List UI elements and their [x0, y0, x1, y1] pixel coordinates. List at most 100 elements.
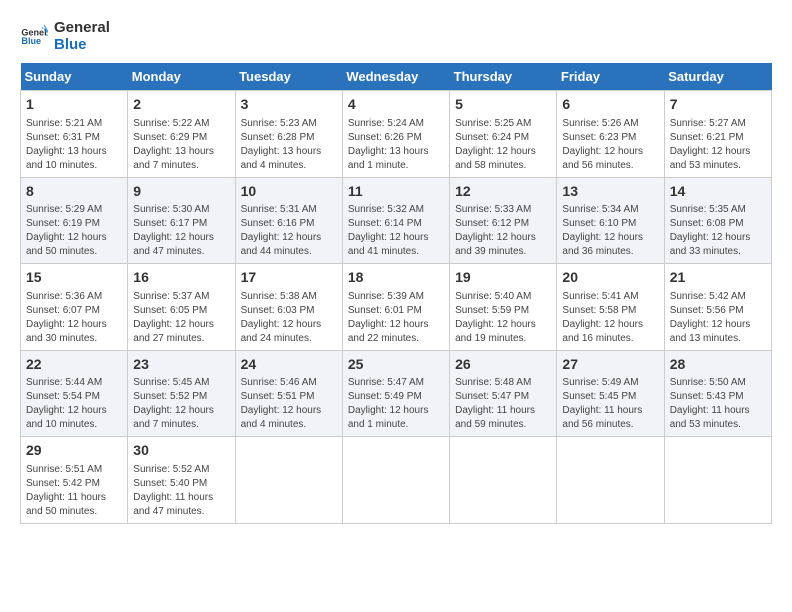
day-number: 3	[241, 95, 337, 115]
day-number: 8	[26, 182, 122, 202]
calendar-cell: 24 Sunrise: 5:46 AMSunset: 5:51 PMDaylig…	[235, 350, 342, 437]
day-number: 12	[455, 182, 551, 202]
calendar-cell	[664, 437, 771, 524]
calendar-cell	[557, 437, 664, 524]
calendar-cell: 13 Sunrise: 5:34 AMSunset: 6:10 PMDaylig…	[557, 177, 664, 264]
day-detail: Sunrise: 5:31 AMSunset: 6:16 PMDaylight:…	[241, 203, 337, 259]
calendar-cell: 12 Sunrise: 5:33 AMSunset: 6:12 PMDaylig…	[450, 177, 557, 264]
calendar-cell: 25 Sunrise: 5:47 AMSunset: 5:49 PMDaylig…	[342, 350, 449, 437]
calendar-cell: 27 Sunrise: 5:49 AMSunset: 5:45 PMDaylig…	[557, 350, 664, 437]
calendar-cell: 4 Sunrise: 5:24 AMSunset: 6:26 PMDayligh…	[342, 91, 449, 178]
day-detail: Sunrise: 5:41 AMSunset: 5:58 PMDaylight:…	[562, 290, 658, 346]
day-number: 26	[455, 355, 551, 375]
day-detail: Sunrise: 5:46 AMSunset: 5:51 PMDaylight:…	[241, 376, 337, 432]
calendar-week-5: 29 Sunrise: 5:51 AMSunset: 5:42 PMDaylig…	[21, 437, 772, 524]
calendar-cell: 21 Sunrise: 5:42 AMSunset: 5:56 PMDaylig…	[664, 264, 771, 351]
calendar-body: 1 Sunrise: 5:21 AMSunset: 6:31 PMDayligh…	[21, 91, 772, 524]
calendar-cell: 19 Sunrise: 5:40 AMSunset: 5:59 PMDaylig…	[450, 264, 557, 351]
day-number: 14	[670, 182, 766, 202]
day-number: 28	[670, 355, 766, 375]
calendar-cell: 5 Sunrise: 5:25 AMSunset: 6:24 PMDayligh…	[450, 91, 557, 178]
calendar-cell: 16 Sunrise: 5:37 AMSunset: 6:05 PMDaylig…	[128, 264, 235, 351]
calendar-cell: 1 Sunrise: 5:21 AMSunset: 6:31 PMDayligh…	[21, 91, 128, 178]
calendar-cell: 29 Sunrise: 5:51 AMSunset: 5:42 PMDaylig…	[21, 437, 128, 524]
calendar-cell: 2 Sunrise: 5:22 AMSunset: 6:29 PMDayligh…	[128, 91, 235, 178]
col-tuesday: Tuesday	[235, 63, 342, 91]
svg-text:Blue: Blue	[21, 36, 41, 46]
day-detail: Sunrise: 5:45 AMSunset: 5:52 PMDaylight:…	[133, 376, 229, 432]
day-number: 5	[455, 95, 551, 115]
col-monday: Monday	[128, 63, 235, 91]
day-detail: Sunrise: 5:21 AMSunset: 6:31 PMDaylight:…	[26, 117, 122, 173]
day-detail: Sunrise: 5:24 AMSunset: 6:26 PMDaylight:…	[348, 117, 444, 173]
day-detail: Sunrise: 5:35 AMSunset: 6:08 PMDaylight:…	[670, 203, 766, 259]
day-detail: Sunrise: 5:51 AMSunset: 5:42 PMDaylight:…	[26, 463, 122, 519]
calendar-week-4: 22 Sunrise: 5:44 AMSunset: 5:54 PMDaylig…	[21, 350, 772, 437]
day-number: 11	[348, 182, 444, 202]
day-number: 29	[26, 441, 122, 461]
calendar-cell: 18 Sunrise: 5:39 AMSunset: 6:01 PMDaylig…	[342, 264, 449, 351]
page-header: General Blue General Blue	[20, 20, 772, 53]
calendar-cell	[235, 437, 342, 524]
day-number: 18	[348, 268, 444, 288]
calendar-cell: 3 Sunrise: 5:23 AMSunset: 6:28 PMDayligh…	[235, 91, 342, 178]
day-detail: Sunrise: 5:32 AMSunset: 6:14 PMDaylight:…	[348, 203, 444, 259]
day-detail: Sunrise: 5:52 AMSunset: 5:40 PMDaylight:…	[133, 463, 229, 519]
calendar-header-row: Sunday Monday Tuesday Wednesday Thursday…	[21, 63, 772, 91]
calendar-cell: 22 Sunrise: 5:44 AMSunset: 5:54 PMDaylig…	[21, 350, 128, 437]
calendar-cell: 26 Sunrise: 5:48 AMSunset: 5:47 PMDaylig…	[450, 350, 557, 437]
calendar-week-3: 15 Sunrise: 5:36 AMSunset: 6:07 PMDaylig…	[21, 264, 772, 351]
col-sunday: Sunday	[21, 63, 128, 91]
day-number: 21	[670, 268, 766, 288]
col-wednesday: Wednesday	[342, 63, 449, 91]
calendar-cell: 30 Sunrise: 5:52 AMSunset: 5:40 PMDaylig…	[128, 437, 235, 524]
calendar-cell: 9 Sunrise: 5:30 AMSunset: 6:17 PMDayligh…	[128, 177, 235, 264]
calendar-cell: 7 Sunrise: 5:27 AMSunset: 6:21 PMDayligh…	[664, 91, 771, 178]
day-detail: Sunrise: 5:22 AMSunset: 6:29 PMDaylight:…	[133, 117, 229, 173]
col-thursday: Thursday	[450, 63, 557, 91]
logo: General Blue General Blue	[20, 20, 110, 53]
day-detail: Sunrise: 5:40 AMSunset: 5:59 PMDaylight:…	[455, 290, 551, 346]
day-number: 7	[670, 95, 766, 115]
day-detail: Sunrise: 5:37 AMSunset: 6:05 PMDaylight:…	[133, 290, 229, 346]
day-detail: Sunrise: 5:49 AMSunset: 5:45 PMDaylight:…	[562, 376, 658, 432]
day-number: 2	[133, 95, 229, 115]
calendar-cell: 11 Sunrise: 5:32 AMSunset: 6:14 PMDaylig…	[342, 177, 449, 264]
day-number: 25	[348, 355, 444, 375]
logo-text-line2: Blue	[54, 37, 110, 54]
calendar-cell: 28 Sunrise: 5:50 AMSunset: 5:43 PMDaylig…	[664, 350, 771, 437]
day-detail: Sunrise: 5:30 AMSunset: 6:17 PMDaylight:…	[133, 203, 229, 259]
day-detail: Sunrise: 5:50 AMSunset: 5:43 PMDaylight:…	[670, 376, 766, 432]
day-detail: Sunrise: 5:38 AMSunset: 6:03 PMDaylight:…	[241, 290, 337, 346]
day-detail: Sunrise: 5:36 AMSunset: 6:07 PMDaylight:…	[26, 290, 122, 346]
calendar-cell: 23 Sunrise: 5:45 AMSunset: 5:52 PMDaylig…	[128, 350, 235, 437]
col-friday: Friday	[557, 63, 664, 91]
calendar-cell: 8 Sunrise: 5:29 AMSunset: 6:19 PMDayligh…	[21, 177, 128, 264]
day-detail: Sunrise: 5:44 AMSunset: 5:54 PMDaylight:…	[26, 376, 122, 432]
calendar-cell: 15 Sunrise: 5:36 AMSunset: 6:07 PMDaylig…	[21, 264, 128, 351]
day-number: 24	[241, 355, 337, 375]
day-number: 6	[562, 95, 658, 115]
logo-text-line1: General	[54, 20, 110, 37]
day-number: 1	[26, 95, 122, 115]
calendar-table: Sunday Monday Tuesday Wednesday Thursday…	[20, 63, 772, 524]
day-detail: Sunrise: 5:25 AMSunset: 6:24 PMDaylight:…	[455, 117, 551, 173]
day-number: 30	[133, 441, 229, 461]
calendar-cell	[342, 437, 449, 524]
calendar-week-2: 8 Sunrise: 5:29 AMSunset: 6:19 PMDayligh…	[21, 177, 772, 264]
day-number: 10	[241, 182, 337, 202]
day-detail: Sunrise: 5:23 AMSunset: 6:28 PMDaylight:…	[241, 117, 337, 173]
day-detail: Sunrise: 5:39 AMSunset: 6:01 PMDaylight:…	[348, 290, 444, 346]
calendar-cell: 14 Sunrise: 5:35 AMSunset: 6:08 PMDaylig…	[664, 177, 771, 264]
day-detail: Sunrise: 5:27 AMSunset: 6:21 PMDaylight:…	[670, 117, 766, 173]
day-number: 20	[562, 268, 658, 288]
calendar-cell: 6 Sunrise: 5:26 AMSunset: 6:23 PMDayligh…	[557, 91, 664, 178]
day-number: 23	[133, 355, 229, 375]
calendar-cell: 20 Sunrise: 5:41 AMSunset: 5:58 PMDaylig…	[557, 264, 664, 351]
calendar-cell	[450, 437, 557, 524]
day-number: 16	[133, 268, 229, 288]
calendar-cell: 17 Sunrise: 5:38 AMSunset: 6:03 PMDaylig…	[235, 264, 342, 351]
day-number: 27	[562, 355, 658, 375]
day-detail: Sunrise: 5:29 AMSunset: 6:19 PMDaylight:…	[26, 203, 122, 259]
calendar-week-1: 1 Sunrise: 5:21 AMSunset: 6:31 PMDayligh…	[21, 91, 772, 178]
